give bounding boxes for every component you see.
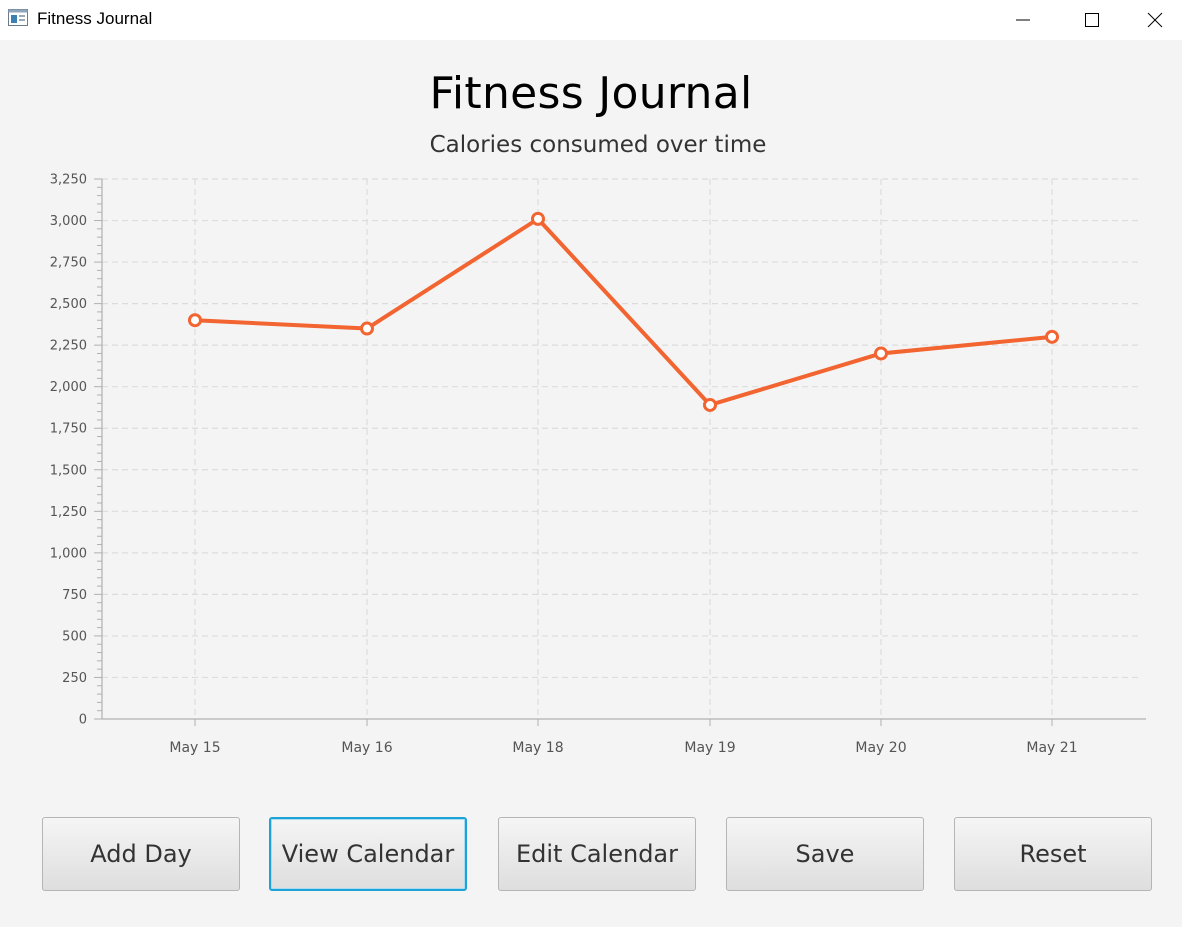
y-tick-label: 2,500 (50, 297, 87, 312)
y-tick-label: 0 (79, 713, 87, 728)
data-point (531, 211, 545, 226)
y-tick-label: 2,250 (50, 339, 87, 354)
x-tick-label: May 20 (855, 740, 906, 756)
view-calendar-button[interactable]: View Calendar (269, 817, 467, 891)
close-button[interactable] (1127, 0, 1182, 40)
x-tick-label: May 21 (1026, 740, 1077, 756)
window-title: Fitness Journal (37, 9, 153, 28)
data-point (1045, 329, 1059, 344)
y-tick-label: 1,500 (50, 463, 87, 478)
y-tick-label: 750 (62, 588, 87, 603)
save-button[interactable]: Save (726, 817, 924, 891)
calories-series-line (193, 216, 1054, 407)
add-day-button[interactable]: Add Day (42, 817, 240, 891)
title-bar: Fitness Journal (0, 0, 1182, 40)
minimize-icon (1016, 19, 1030, 21)
y-tick-label: 2,000 (50, 380, 87, 395)
calories-line-chart: 0 250 500 750 1,000 1,250 1,500 1,750 2,000 2,250… (50, 173, 1146, 756)
maximize-icon (1085, 13, 1099, 27)
data-point (360, 321, 374, 336)
y-tick-label: 500 (62, 629, 87, 644)
x-tick-label: May 16 (341, 740, 392, 756)
data-point (874, 346, 888, 361)
minimize-button[interactable] (988, 0, 1058, 40)
y-tick-label: 1,000 (50, 546, 87, 561)
main-content: Fitness Journal Calories consumed over t… (0, 40, 1182, 927)
y-tick-label: 3,000 (50, 214, 87, 229)
reset-button[interactable]: Reset (954, 817, 1152, 891)
data-point (188, 313, 202, 328)
data-point (703, 397, 717, 412)
app-window-icon (8, 9, 28, 26)
x-tick-label: May 15 (169, 740, 220, 756)
y-tick-label: 3,250 (50, 173, 87, 188)
close-icon (1147, 12, 1162, 28)
y-tick-label: 250 (62, 671, 87, 686)
x-tick-label: May 19 (684, 740, 735, 756)
y-tick-label: 2,750 (50, 256, 87, 271)
x-tick-label: May 18 (512, 740, 563, 756)
maximize-button[interactable] (1057, 0, 1127, 40)
y-tick-label: 1,250 (50, 505, 87, 520)
edit-calendar-button[interactable]: Edit Calendar (498, 817, 696, 891)
y-tick-label: 1,750 (50, 422, 87, 437)
